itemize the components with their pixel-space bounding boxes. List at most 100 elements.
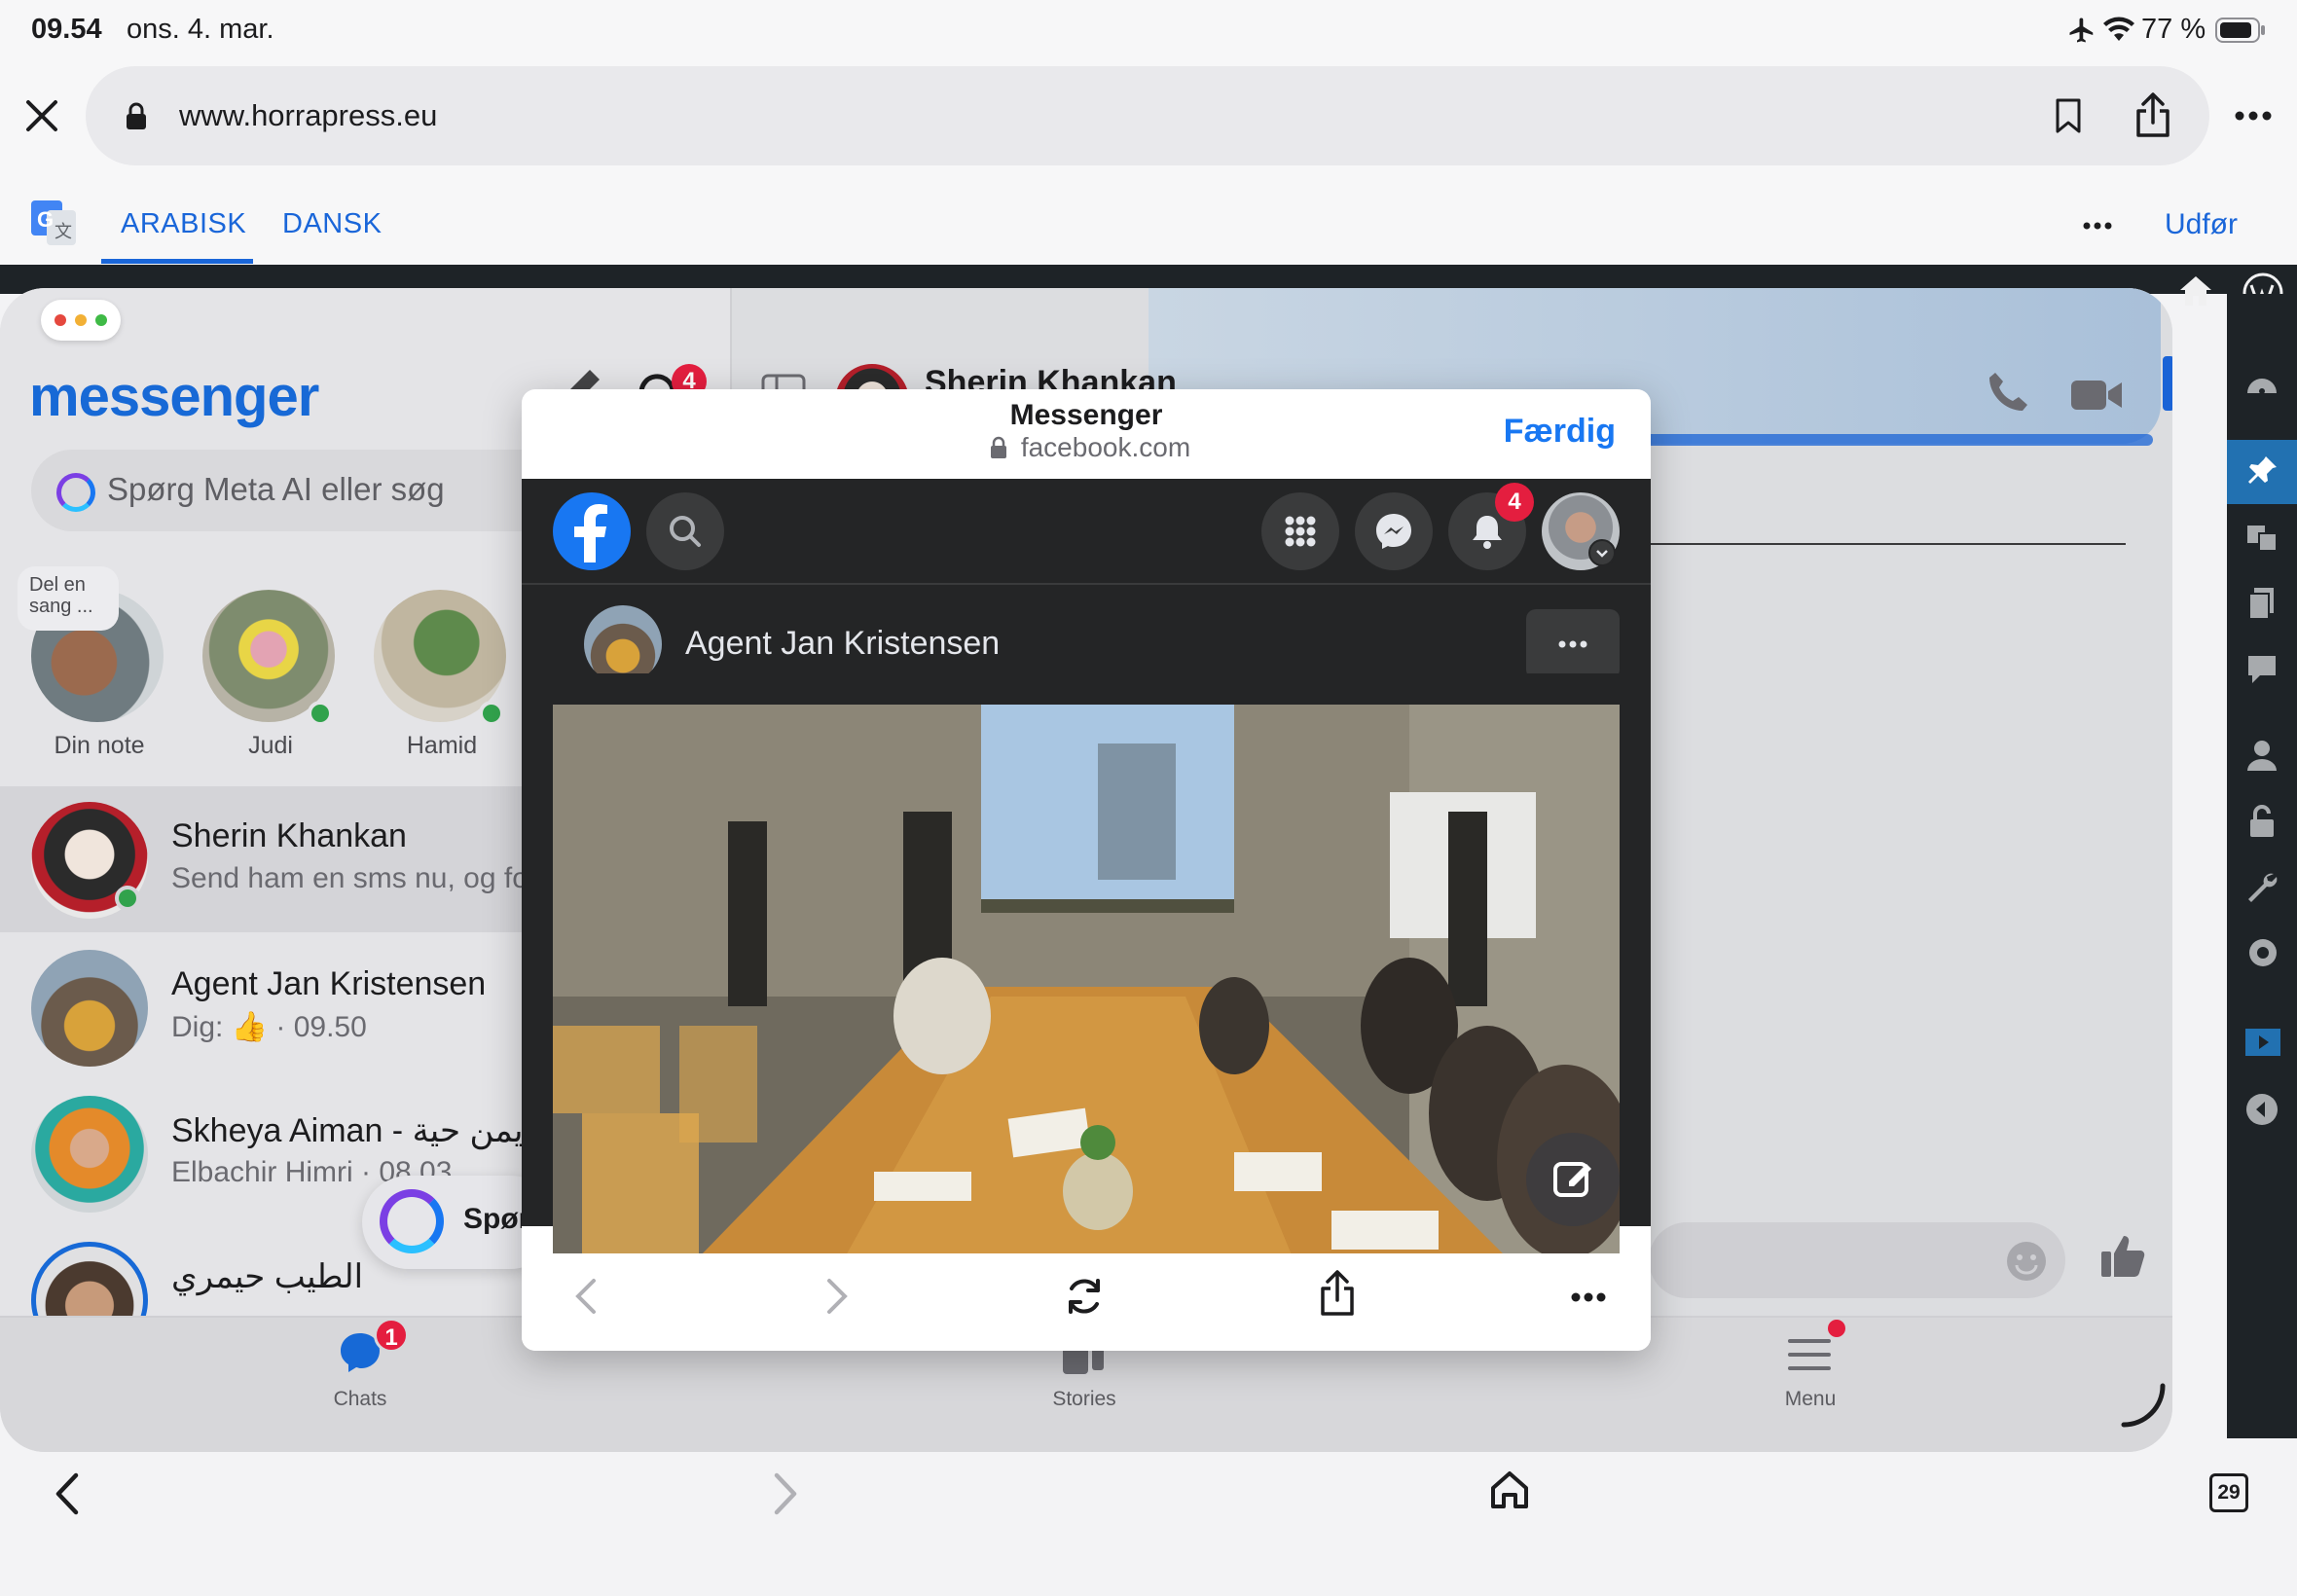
nav-chats[interactable]: Chats — [292, 1388, 428, 1411]
wp-pages-icon[interactable] — [2244, 586, 2279, 621]
facebook-menu-grid-button[interactable] — [1261, 492, 1339, 570]
meta-ai-ring-icon — [380, 1189, 444, 1253]
close-icon[interactable] — [23, 97, 60, 134]
active-tab-indicator — [101, 259, 253, 264]
lock-icon — [125, 101, 148, 130]
search-placeholder: Spørg Meta AI eller søg — [107, 471, 445, 507]
compose-post-button[interactable] — [1526, 1133, 1620, 1226]
translate-tab-arabic[interactable]: ARABISK — [121, 208, 246, 240]
wp-tools-icon[interactable] — [2244, 870, 2279, 905]
messenger-logo: messenger — [29, 365, 319, 428]
sheet-share-icon[interactable] — [1318, 1269, 1357, 1318]
window-controls[interactable] — [41, 300, 121, 341]
wp-home-icon[interactable] — [2178, 274, 2213, 308]
battery-percent: 77 % — [2141, 14, 2206, 45]
wp-collapse-icon[interactable] — [2244, 1092, 2279, 1127]
share-icon[interactable] — [2133, 91, 2172, 138]
wp-users-icon[interactable] — [2244, 738, 2279, 773]
like-icon[interactable] — [2098, 1232, 2147, 1281]
wp-lock-icon[interactable] — [2244, 804, 2279, 839]
chat-name: Sherin Khankan — [171, 817, 407, 854]
chat-name: الطيب حيمري — [171, 1258, 364, 1295]
chat-preview: Send ham en sms nu, og fo — [171, 862, 529, 894]
home-icon[interactable] — [1489, 1469, 1530, 1510]
post-more-button[interactable] — [1526, 609, 1620, 679]
back-icon[interactable] — [55, 1471, 80, 1516]
divider — [1649, 543, 2126, 545]
notifications-badge: 4 — [1495, 483, 1534, 522]
preview-time: · 09.50 — [275, 1011, 367, 1043]
status-time: 09.54 — [31, 14, 102, 45]
story-name: Hamid — [406, 732, 478, 759]
post-author-avatar[interactable] — [584, 605, 662, 683]
facebook-search-button[interactable] — [646, 492, 724, 570]
wp-media-icon[interactable] — [2244, 520, 2279, 555]
google-translate-icon: G文 — [31, 200, 76, 245]
chat-avatar — [31, 1096, 148, 1213]
online-indicator — [308, 701, 333, 726]
translate-done-button[interactable]: Udfør — [2165, 208, 2238, 241]
minimize-dot[interactable] — [75, 314, 87, 326]
forward-icon[interactable] — [773, 1471, 798, 1516]
post-author-name[interactable]: Agent Jan Kristensen — [685, 625, 1000, 663]
wp-pin-icon[interactable] — [2244, 453, 2279, 489]
chats-badge: 1 — [374, 1318, 409, 1353]
wp-dashboard-icon[interactable] — [2244, 368, 2279, 397]
wp-video-icon[interactable] — [2244, 1028, 2281, 1057]
sheet-domain: facebook.com — [1020, 432, 1191, 462]
chat-preview: Dig: 👍 · 09.50 — [171, 1010, 367, 1044]
message-input[interactable] — [1649, 1222, 2065, 1298]
meta-ai-pill-label: Spør — [463, 1203, 530, 1235]
story-judi[interactable]: Judi — [202, 590, 339, 760]
video-call-icon[interactable] — [2069, 378, 2124, 413]
sheet-done-button[interactable]: Færdig — [1504, 413, 1616, 451]
phone-icon[interactable] — [1986, 370, 2030, 415]
sheet-back-icon[interactable] — [574, 1277, 598, 1316]
nav-stories[interactable]: Stories — [1016, 1388, 1152, 1411]
emoji-icon[interactable] — [2005, 1240, 2048, 1283]
zoom-dot[interactable] — [95, 314, 107, 326]
svg-text:G: G — [37, 207, 54, 232]
sheet-forward-icon[interactable] — [825, 1277, 849, 1316]
url-text[interactable]: www.horrapress.eu — [179, 98, 437, 133]
resize-handle-icon[interactable] — [2108, 1382, 2167, 1440]
sheet-title: Messenger — [1009, 399, 1163, 431]
sheet-more-icon[interactable] — [1571, 1292, 1606, 1302]
story-name: Din note — [54, 732, 145, 759]
meta-ai-icon — [56, 473, 95, 512]
facebook-logo-icon[interactable] — [553, 492, 631, 570]
svg-text:文: 文 — [55, 222, 72, 241]
story-name: Judi — [248, 732, 293, 759]
menu-nav-icon[interactable] — [1787, 1335, 1832, 1374]
nav-menu[interactable]: Menu — [1742, 1388, 1878, 1411]
thumbs-up-icon: 👍 — [231, 1011, 269, 1043]
translate-more-icon[interactable] — [2083, 222, 2112, 230]
wp-comments-icon[interactable] — [2244, 652, 2279, 687]
note-bubble[interactable]: Del en sang ... — [18, 566, 119, 631]
preview-prefix: Dig: — [171, 1011, 224, 1043]
bookmark-icon[interactable] — [2054, 97, 2083, 134]
battery-icon — [2215, 18, 2266, 43]
chat-name: Agent Jan Kristensen — [171, 965, 487, 1002]
sheet-reload-icon[interactable] — [1063, 1275, 1106, 1318]
story-hamid[interactable]: Hamid — [374, 590, 510, 760]
wp-settings-icon[interactable] — [2244, 934, 2281, 971]
close-dot[interactable] — [55, 314, 66, 326]
online-indicator — [479, 701, 504, 726]
status-date: ons. 4. mar. — [127, 14, 274, 45]
airplane-icon — [2067, 16, 2096, 45]
facebook-messenger-button[interactable] — [1355, 492, 1433, 570]
menu-notification-dot — [1828, 1320, 1845, 1337]
more-menu-icon[interactable] — [2235, 111, 2272, 121]
status-bar — [0, 0, 2297, 60]
online-indicator — [115, 886, 140, 911]
post-photo[interactable] — [553, 705, 1620, 1257]
translate-tab-danish[interactable]: DANSK — [282, 208, 382, 240]
divider — [522, 583, 1651, 585]
chevron-down-icon[interactable] — [1588, 539, 1616, 566]
conversation-info-edge — [2163, 356, 2172, 411]
wifi-icon — [2102, 16, 2135, 43]
chat-avatar — [31, 950, 148, 1067]
tabs-button[interactable]: 29 — [2209, 1473, 2248, 1512]
browser-bottom-toolbar — [0, 1452, 2297, 1596]
